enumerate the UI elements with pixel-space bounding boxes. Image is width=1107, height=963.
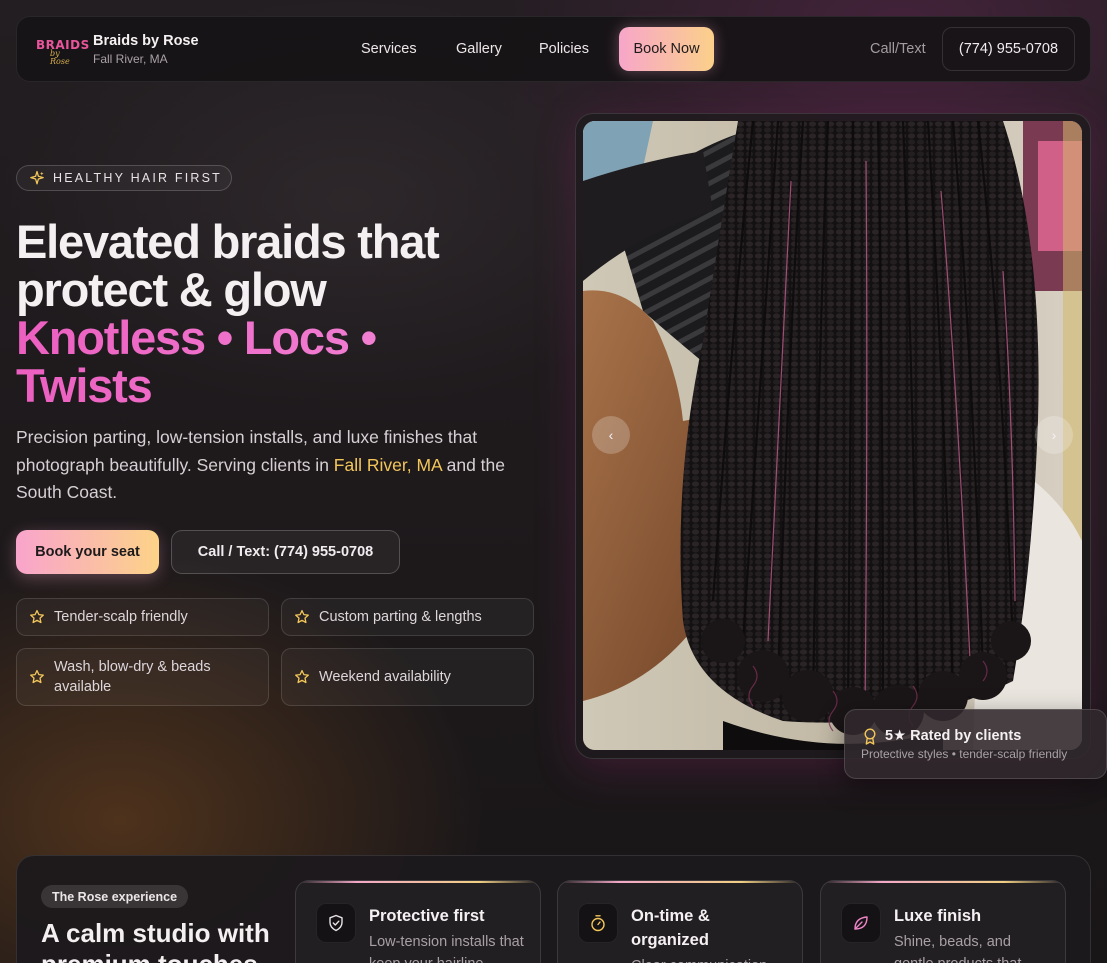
headline-line-1: Elevated braids that: [16, 215, 440, 268]
shield-check-icon: [329, 914, 343, 932]
nav-link-gallery[interactable]: Gallery: [456, 41, 502, 57]
card-description: Clear communication: [631, 955, 791, 963]
feature-card: On-time & organized Clear communication: [557, 880, 803, 963]
headline-accent-1: Knotless • Locs •: [16, 314, 556, 362]
hero-lede: Precision parting, low-tension installs,…: [16, 424, 536, 507]
hero-badge-text: HEALTHY HAIR FIRST: [53, 171, 223, 185]
headline-accent-2: Twists: [16, 362, 556, 410]
card-title: On-time & organized: [631, 907, 710, 949]
chevron-right-icon: ›: [1051, 427, 1057, 443]
award-icon: [864, 728, 876, 745]
chevron-left-icon: ‹: [608, 427, 614, 443]
brand-name[interactable]: Braids by Rose: [93, 33, 199, 49]
feature-pill: Custom parting & lengths: [281, 598, 534, 636]
hero-badge: HEALTHY HAIR FIRST: [16, 165, 232, 191]
experience-tag: The Rose experience: [41, 885, 188, 908]
brand-logo[interactable]: BRAIDS by Rose: [36, 39, 89, 66]
card-description: Low-tension installs that keep your hair…: [369, 934, 524, 963]
brand-location: Fall River, MA: [93, 52, 168, 66]
card-description: Shine, beads, and gentle products that: [894, 934, 1021, 963]
feature-label: Tender-scalp friendly: [54, 609, 188, 625]
leaf-icon: [854, 916, 868, 930]
feature-pill: Wash, blow-dry & beads available: [16, 648, 269, 706]
feature-pill: Weekend availability: [281, 648, 534, 706]
book-your-seat-button[interactable]: Book your seat: [16, 530, 159, 574]
braids-photo: [583, 121, 1082, 750]
experience-heading: A calm studio with premium touches: [41, 918, 270, 963]
hero-headline: Elevated braids that protect & glow Knot…: [16, 218, 556, 410]
feature-card: Luxe finish Shine, beads, and gentle pro…: [820, 880, 1066, 963]
rating-subtitle: Protective styles • tender-scalp friendl…: [861, 747, 1068, 761]
stopwatch-icon: [591, 915, 605, 932]
phone-button[interactable]: (774) 955-0708: [942, 27, 1075, 71]
headline-line-2: protect & glow: [16, 263, 327, 316]
top-nav: BRAIDS by Rose Braids by Rose Fall River…: [16, 16, 1091, 82]
star-icon: [295, 609, 309, 624]
sparkle-icon: [30, 170, 44, 185]
card-icon-box: [316, 903, 356, 943]
nav-link-services[interactable]: Services: [361, 41, 417, 57]
feature-label: Wash, blow-dry & beads available: [54, 659, 211, 695]
feature-label: Custom parting & lengths: [319, 609, 482, 625]
star-icon: [30, 609, 44, 624]
feature-label: Weekend availability: [319, 669, 451, 685]
card-title: Luxe finish: [894, 907, 982, 925]
carousel-next-button[interactable]: ›: [1035, 416, 1073, 454]
nav-link-policies[interactable]: Policies: [539, 41, 589, 57]
feature-pill: Tender-scalp friendly: [16, 598, 269, 636]
rating-title: 5★ Rated by clients: [885, 728, 1022, 744]
call-text-button[interactable]: Call / Text: (774) 955-0708: [171, 530, 400, 574]
star-icon: [30, 669, 44, 684]
book-now-button[interactable]: Book Now: [619, 27, 714, 71]
gallery-photo[interactable]: [583, 121, 1082, 750]
lede-location: Fall River, MA: [333, 454, 442, 475]
carousel-prev-button[interactable]: ‹: [592, 416, 630, 454]
rating-card: 5★ Rated by clients Protective styles • …: [844, 709, 1107, 779]
feature-card: Protective first Low-tension installs th…: [295, 880, 541, 963]
star-icon: [295, 669, 309, 684]
logo-script: by Rose: [50, 49, 70, 66]
call-text-label: Call/Text: [870, 41, 926, 57]
card-title: Protective first: [369, 907, 485, 925]
card-icon-box: [841, 903, 881, 943]
card-icon-box: [578, 903, 618, 943]
